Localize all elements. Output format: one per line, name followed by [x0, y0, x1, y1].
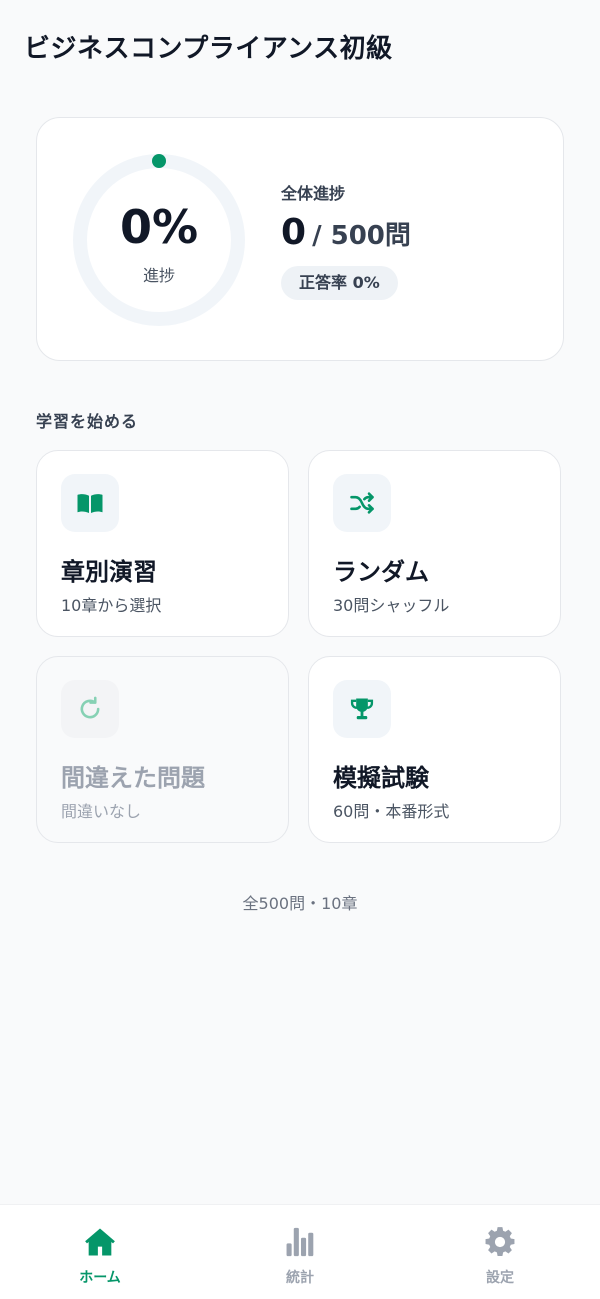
tab-label: 統計 — [286, 1270, 314, 1286]
mode-title: 章別演習 — [61, 558, 157, 586]
shuffle-icon — [350, 492, 374, 514]
mode-subtitle: 30問シャッフル — [333, 596, 450, 615]
total-count: / 500問 — [312, 221, 411, 251]
wrong-answers-card: 間違えた問題 間違いなし — [36, 656, 289, 843]
progress-ring-label: 進捗 — [142, 266, 175, 285]
bar-chart-icon — [286, 1227, 314, 1257]
progress-percent: 0% — [119, 200, 199, 254]
mode-subtitle: 60問・本番形式 — [333, 802, 450, 821]
home-icon — [85, 1228, 115, 1256]
tab-stats[interactable]: 統計 — [200, 1205, 400, 1299]
wrong-answers-icon-box — [61, 680, 119, 738]
mode-subtitle: 10章から選択 — [61, 596, 162, 615]
section-label: 学習を始める — [36, 412, 139, 431]
progress-ring: 0% 進捗 — [71, 152, 247, 328]
retry-icon — [80, 696, 100, 719]
mode-title: 模擬試験 — [333, 764, 429, 792]
tab-settings[interactable]: 設定 — [400, 1205, 600, 1299]
gear-icon — [485, 1227, 515, 1257]
random-card[interactable]: ランダム 30問シャッフル — [308, 450, 561, 637]
footer-summary: 全500問・10章 — [242, 894, 358, 913]
tab-bar: ホーム 統計 設定 — [0, 1204, 600, 1299]
tab-label: 設定 — [486, 1270, 514, 1286]
chapter-practice-icon-box — [61, 474, 119, 532]
tab-home[interactable]: ホーム — [0, 1205, 200, 1299]
overall-progress-label: 全体進捗 — [281, 184, 346, 203]
random-icon-box — [333, 474, 391, 532]
mode-title: 間違えた問題 — [61, 764, 205, 792]
accuracy-badge: 正答率 0% — [281, 266, 398, 300]
page-title: ビジネスコンプライアンス初級 — [24, 34, 393, 64]
question-count: 0/ 500問 — [281, 212, 411, 253]
progress-card: 0% 進捗 全体進捗 0/ 500問 正答率 0% — [36, 117, 564, 361]
trophy-icon — [350, 698, 374, 720]
mock-exam-icon-box — [333, 680, 391, 738]
book-icon — [77, 494, 103, 513]
mock-exam-card[interactable]: 模擬試験 60問・本番形式 — [308, 656, 561, 843]
tab-label: ホーム — [79, 1270, 121, 1286]
done-count: 0 — [281, 212, 307, 253]
chapter-practice-card[interactable]: 章別演習 10章から選択 — [36, 450, 289, 637]
mode-subtitle: 間違いなし — [61, 802, 142, 821]
mode-title: ランダム — [333, 558, 429, 586]
